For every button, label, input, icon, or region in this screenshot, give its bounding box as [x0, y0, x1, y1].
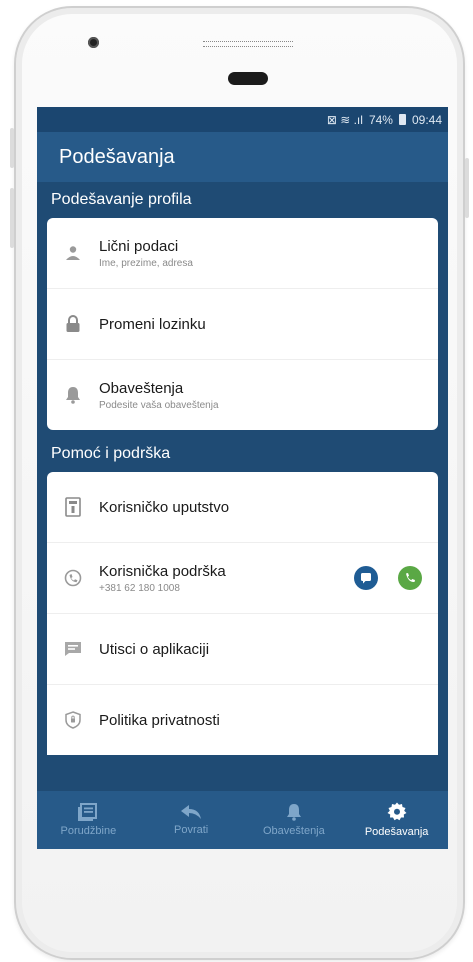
battery-level: 74% — [368, 112, 393, 127]
nav-item-notifications[interactable]: Obaveštenja — [243, 791, 346, 849]
profile-settings-card: Lični podaci Ime, prezime, adresa Promen… — [47, 218, 438, 430]
manual-icon — [65, 497, 81, 517]
settings-item-notifications[interactable]: Obaveštenja Podesite vaša obaveštenja — [47, 360, 438, 430]
page-title: Podešavanja — [59, 145, 175, 168]
item-subtitle: Podesite vaša obaveštenja — [99, 399, 219, 411]
settings-item-customer-support[interactable]: Korisnička podrška +381 62 180 1008 — [47, 543, 438, 614]
section-title-help: Pomoć i podrška — [37, 436, 448, 472]
settings-item-app-feedback[interactable]: Utisci o aplikaciji — [47, 614, 438, 685]
item-label: Korisničko uputstvo — [99, 498, 230, 516]
nav-label: Podešavanja — [364, 826, 429, 838]
gear-icon — [387, 802, 407, 821]
reply-icon — [181, 805, 202, 819]
chat-button[interactable] — [354, 566, 378, 590]
phone-icon — [406, 573, 415, 583]
section-title-profile: Podešavanje profila — [37, 182, 448, 218]
nav-item-orders[interactable]: Porudžbine — [37, 791, 140, 849]
status-icons: ⊠ ≋ .ıl — [326, 112, 363, 127]
support-icon — [64, 569, 82, 587]
item-subtitle: Ime, prezime, adresa — [99, 257, 193, 269]
item-label: Lični podaci — [99, 237, 179, 255]
nav-label: Povrati — [174, 824, 209, 836]
lock-icon — [66, 315, 80, 332]
feedback-icon — [65, 642, 81, 656]
settings-item-user-manual[interactable]: Korisničko uputstvo — [47, 472, 438, 543]
nav-label: Porudžbine — [60, 825, 117, 837]
person-icon — [66, 246, 80, 260]
call-button[interactable] — [398, 566, 422, 590]
settings-item-change-password[interactable]: Promeni lozinku — [47, 289, 438, 360]
bell-icon — [286, 804, 301, 821]
bottom-navigation: Porudžbine Povrati Obaveštenja Podešavan… — [37, 791, 448, 849]
item-label: Promeni lozinku — [99, 315, 206, 333]
app-screen: ⊠ ≋ .ıl 74% 09:44 Podešavanja Podešavanj… — [37, 107, 448, 849]
item-label: Politika privatnosti — [99, 711, 220, 729]
proximity-sensor — [228, 72, 268, 85]
support-phone-number: +381 62 180 1008 — [99, 582, 180, 594]
status-bar: ⊠ ≋ .ıl 74% 09:44 — [37, 107, 448, 132]
settings-item-personal-data[interactable]: Lični podaci Ime, prezime, adresa — [47, 218, 438, 289]
help-support-card: Korisničko uputstvo Korisnička podrška +… — [47, 472, 438, 755]
volume-button-down — [10, 188, 14, 248]
front-camera — [88, 37, 99, 48]
chat-icon — [361, 573, 371, 584]
battery-icon — [398, 114, 406, 125]
nav-item-settings[interactable]: Podešavanja — [345, 791, 448, 849]
item-label: Korisnička podrška — [99, 562, 226, 580]
settings-item-privacy-policy[interactable]: Politika privatnosti — [47, 685, 438, 755]
volume-button — [10, 128, 14, 168]
app-bar: Podešavanja — [37, 132, 448, 182]
item-label: Utisci o aplikaciji — [99, 640, 210, 658]
item-label: Obaveštenja — [99, 379, 184, 397]
power-button — [465, 158, 469, 218]
earpiece-speaker — [203, 41, 293, 47]
nav-label: Obaveštenja — [262, 825, 325, 837]
nav-item-returns[interactable]: Povrati — [140, 791, 243, 849]
orders-icon — [78, 803, 98, 821]
clock: 09:44 — [411, 112, 442, 127]
privacy-shield-icon — [65, 711, 81, 729]
bell-icon — [66, 387, 80, 404]
